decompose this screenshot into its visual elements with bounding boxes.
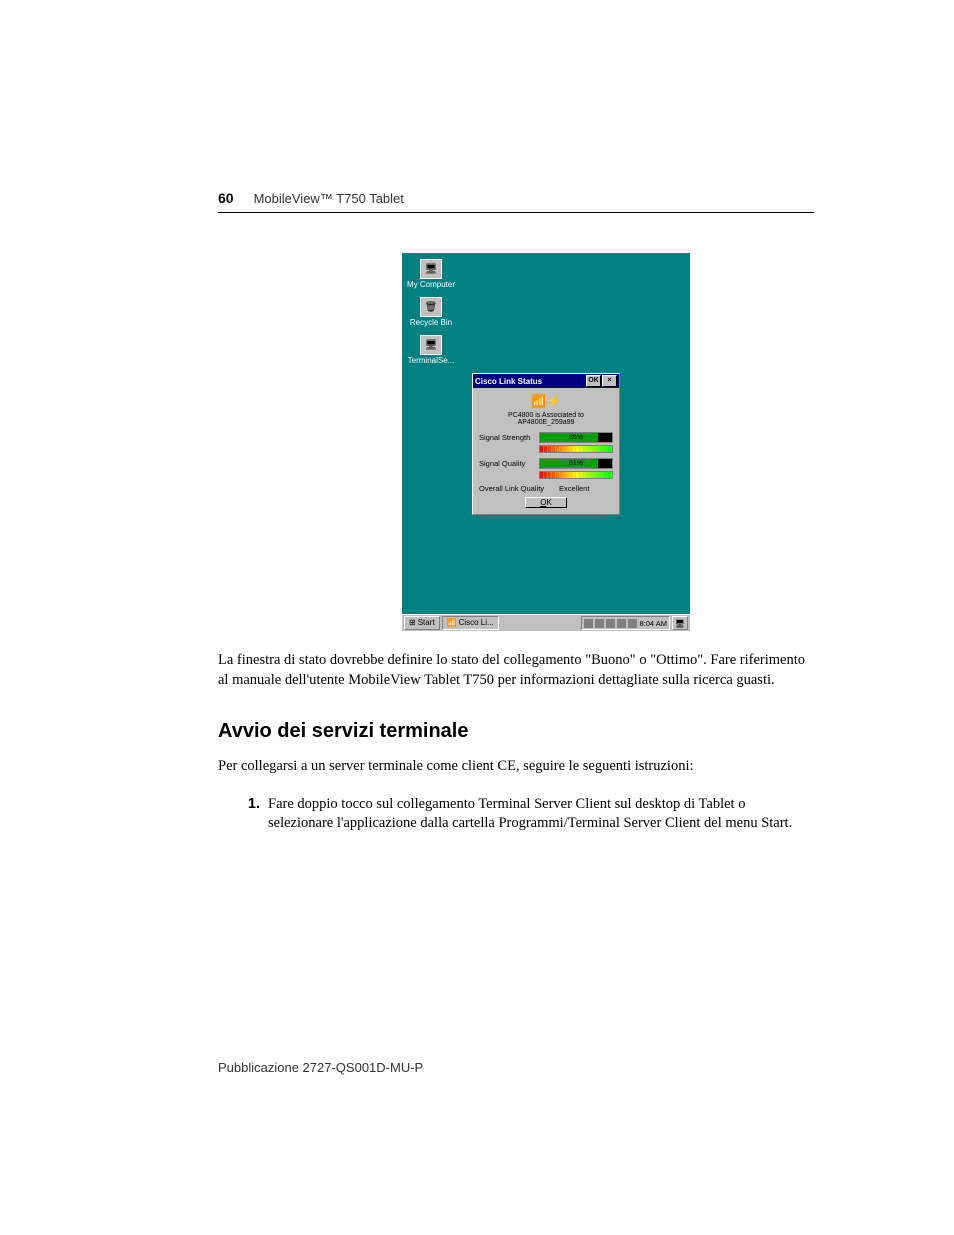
desktop-icon-label: Recycle Bin [406,319,456,327]
overall-label: Overall Link Quality [479,484,559,493]
taskbar-item-cisco[interactable]: 📶 Cisco Li... [442,616,499,630]
cisco-link-status-dialog: Cisco Link Status OK × 📶⚡ PC4800 is Asso… [472,373,620,515]
start-label: Start [418,617,435,629]
ok-button[interactable]: OK [525,497,567,508]
terminal-icon: 🖥 [420,335,442,355]
caption-paragraph: La finestra di stato dovrebbe definire l… [218,651,814,690]
tray-icon[interactable] [606,619,615,628]
desktop-icon-label: TerminalSe... [406,357,456,365]
step-item: Fare doppio tocco sul collegamento Termi… [264,795,814,834]
dialog-title-text: Cisco Link Status [475,377,585,386]
signal-strength-bar: 86% [539,432,613,443]
app-icon: 📶 [447,617,457,629]
page-header: 60 MobileView™ T750 Tablet [218,190,814,213]
instruction-paragraph: Per collegarsi a un server terminale com… [218,757,814,777]
desktop-icon: 🖥 [675,619,685,628]
computer-icon: 🖥 [420,259,442,279]
system-tray[interactable]: 8:04 AM [581,616,670,630]
publication-footer: Pubblicazione 2727-QS001D-MU-P [218,1060,423,1075]
signal-strength-row: Signal Strength 86% [479,432,613,443]
signal-quality-bar: 81% [539,458,613,469]
steps-list: Fare doppio tocco sul collegamento Termi… [236,795,814,834]
link-icon: 📶⚡ [479,394,613,408]
tray-icon[interactable] [617,619,626,628]
tray-icon[interactable] [628,619,637,628]
show-desktop-button[interactable]: 🖥 [672,616,688,630]
tray-icon[interactable] [584,619,593,628]
recycle-bin-icon: 🗑 [420,297,442,317]
wince-desktop: 🖥 My Computer 🗑 Recycle Bin 🖥 TerminalSe… [402,253,690,631]
signal-quality-label: Signal Quality [479,459,539,468]
tray-icon[interactable] [595,619,604,628]
desktop-icon-terminal-server[interactable]: 🖥 TerminalSe... [406,335,456,365]
overall-value: Excellent [559,484,589,493]
desktop-icon-my-computer[interactable]: 🖥 My Computer [406,259,456,289]
strength-scale [539,445,613,453]
close-icon[interactable]: × [602,375,617,387]
ok-title-button[interactable]: OK [586,375,601,387]
overall-link-quality-row: Overall Link Quality Excellent [479,484,613,493]
section-heading: Avvio dei servizi terminale [218,720,814,743]
desktop-icon-label: My Computer [406,281,456,289]
windows-logo-icon: ⊞ [409,617,416,629]
association-text: PC4800 is Associated to AP4800E_259a99 [479,412,613,426]
quality-scale [539,471,613,479]
clock[interactable]: 8:04 AM [639,619,667,628]
dialog-titlebar[interactable]: Cisco Link Status OK × [473,374,619,388]
signal-quality-row: Signal Quality 81% [479,458,613,469]
taskbar-item-label: Cisco Li... [459,617,494,629]
page-number: 60 [218,190,234,206]
screenshot-figure: 🖥 My Computer 🗑 Recycle Bin 🖥 TerminalSe… [278,253,814,631]
taskbar: ⊞ Start 📶 Cisco Li... 8:04 AM 🖥 [402,614,690,631]
header-title: MobileView™ T750 Tablet [254,191,404,206]
start-button[interactable]: ⊞ Start [404,616,440,630]
desktop-icon-recycle-bin[interactable]: 🗑 Recycle Bin [406,297,456,327]
signal-strength-label: Signal Strength [479,433,539,442]
